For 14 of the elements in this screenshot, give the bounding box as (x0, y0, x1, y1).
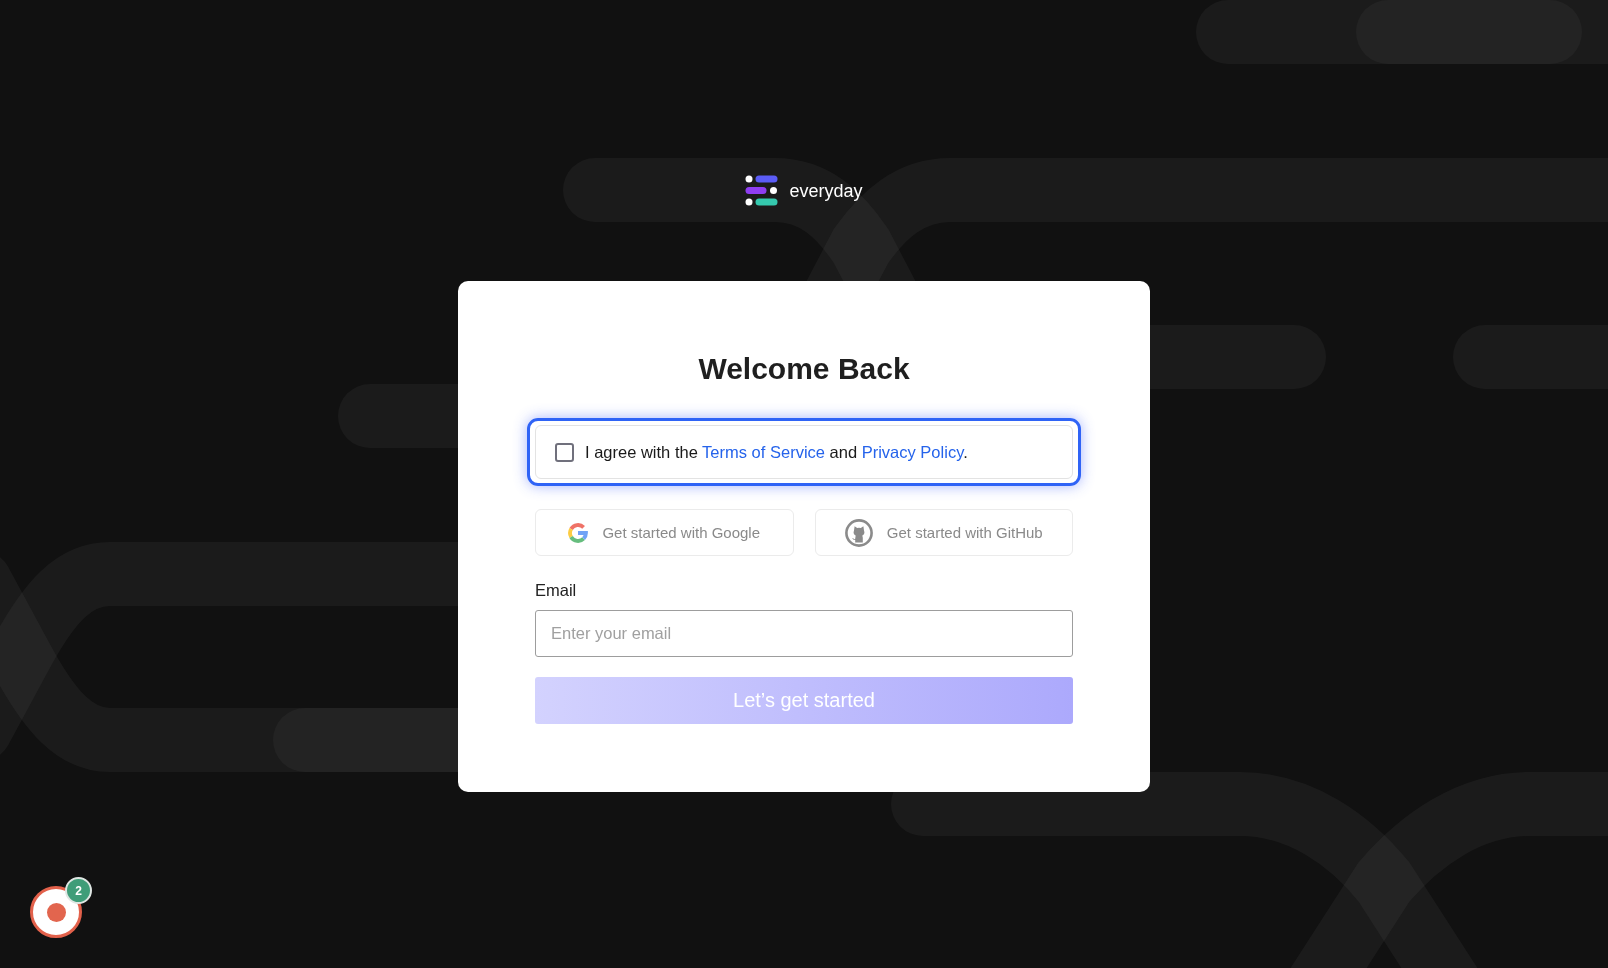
consent-text: I agree with the Terms of Service and Privacy Policy. (585, 442, 968, 463)
cat-silhouette-icon (844, 518, 873, 547)
email-field[interactable]: Enter your email (535, 610, 1073, 657)
brand-name: everyday (789, 179, 863, 202)
policy-link[interactable]: Terms of Service (702, 443, 825, 461)
record-icon (46, 902, 66, 922)
card-title: Welcome Back (697, 351, 911, 387)
record-button[interactable] (30, 886, 82, 938)
logo-icon (745, 175, 779, 206)
g-logo-icon (568, 522, 589, 543)
notification-count: 2 (65, 877, 92, 904)
checkbox[interactable] (555, 442, 574, 462)
email-label: Email (535, 580, 578, 600)
policy-link[interactable]: Privacy Policy (861, 443, 964, 461)
